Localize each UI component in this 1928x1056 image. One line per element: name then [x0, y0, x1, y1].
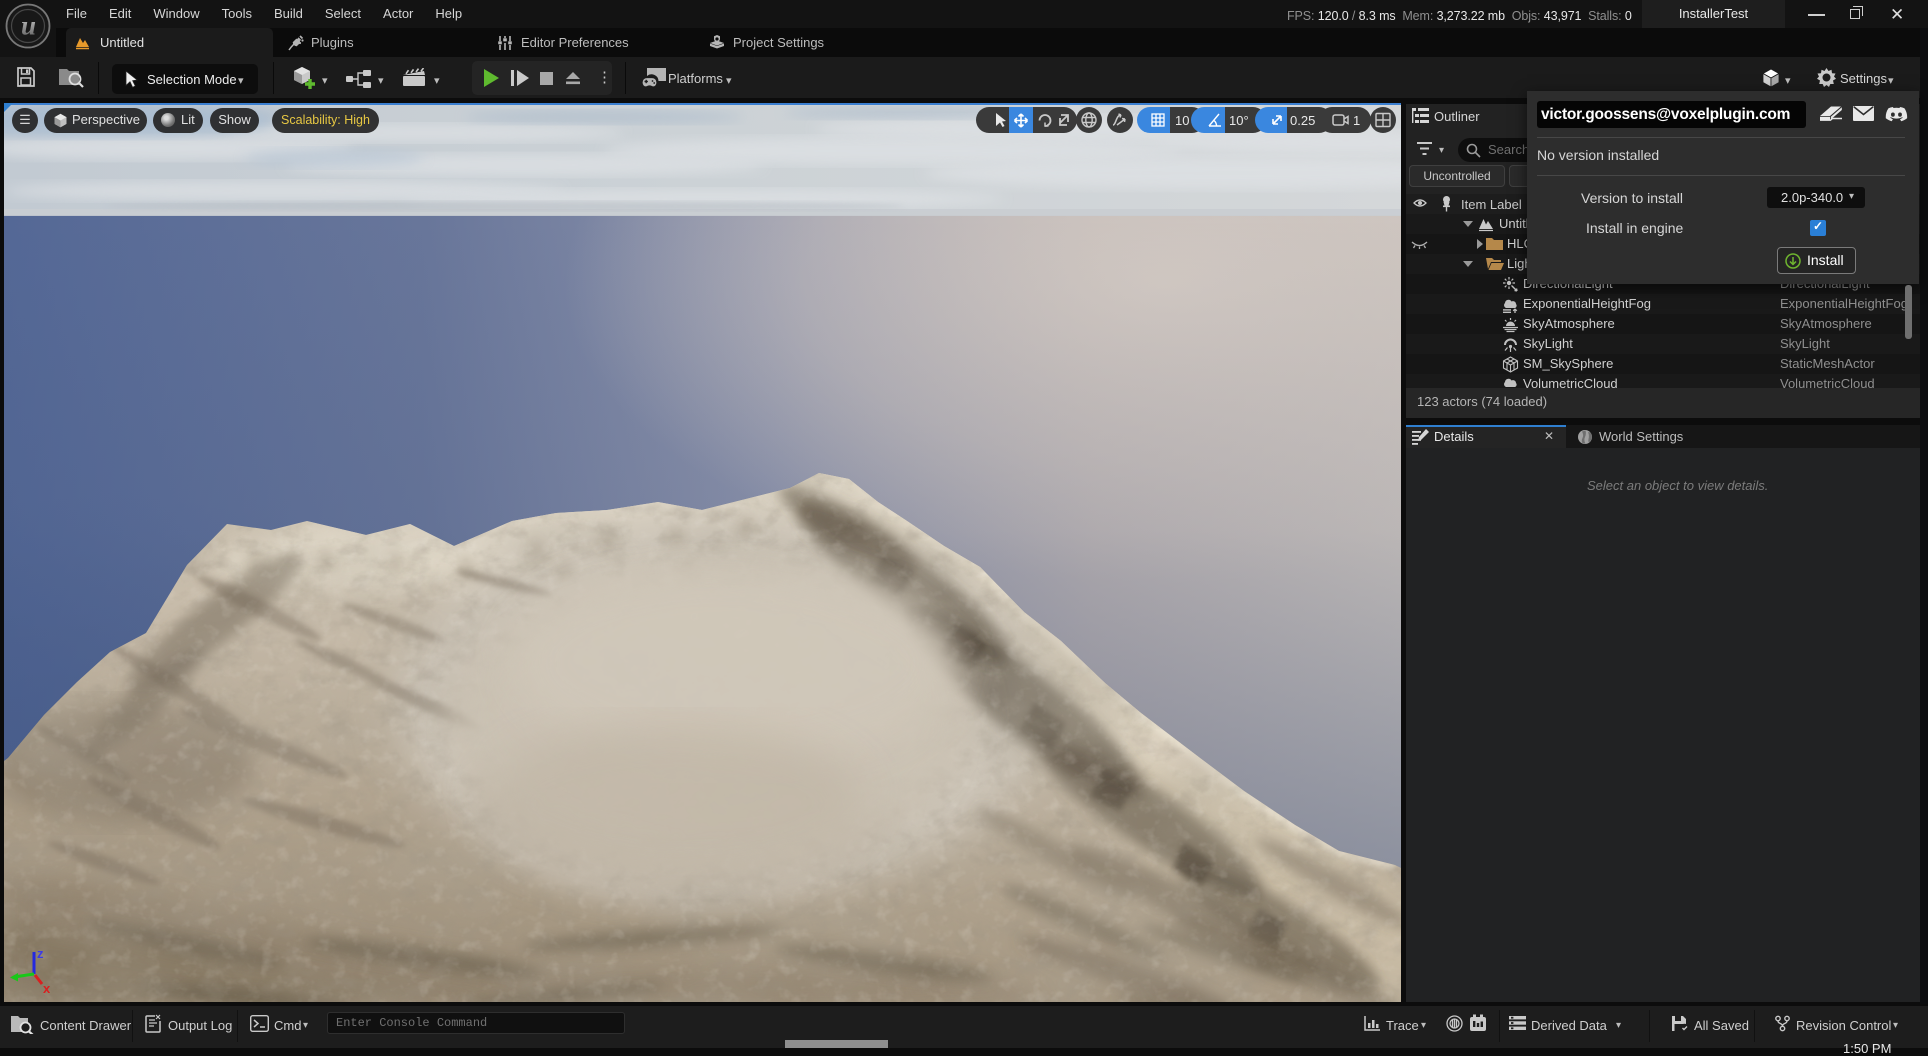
svg-text:x: x — [43, 981, 51, 996]
svg-text:z: z — [37, 946, 44, 961]
svg-text:1: 1 — [1353, 113, 1360, 128]
svg-text:10: 10 — [1175, 113, 1189, 128]
svg-text:u: u — [21, 11, 36, 41]
svg-text:10°: 10° — [1229, 113, 1249, 128]
svg-text:0.25: 0.25 — [1290, 113, 1315, 128]
